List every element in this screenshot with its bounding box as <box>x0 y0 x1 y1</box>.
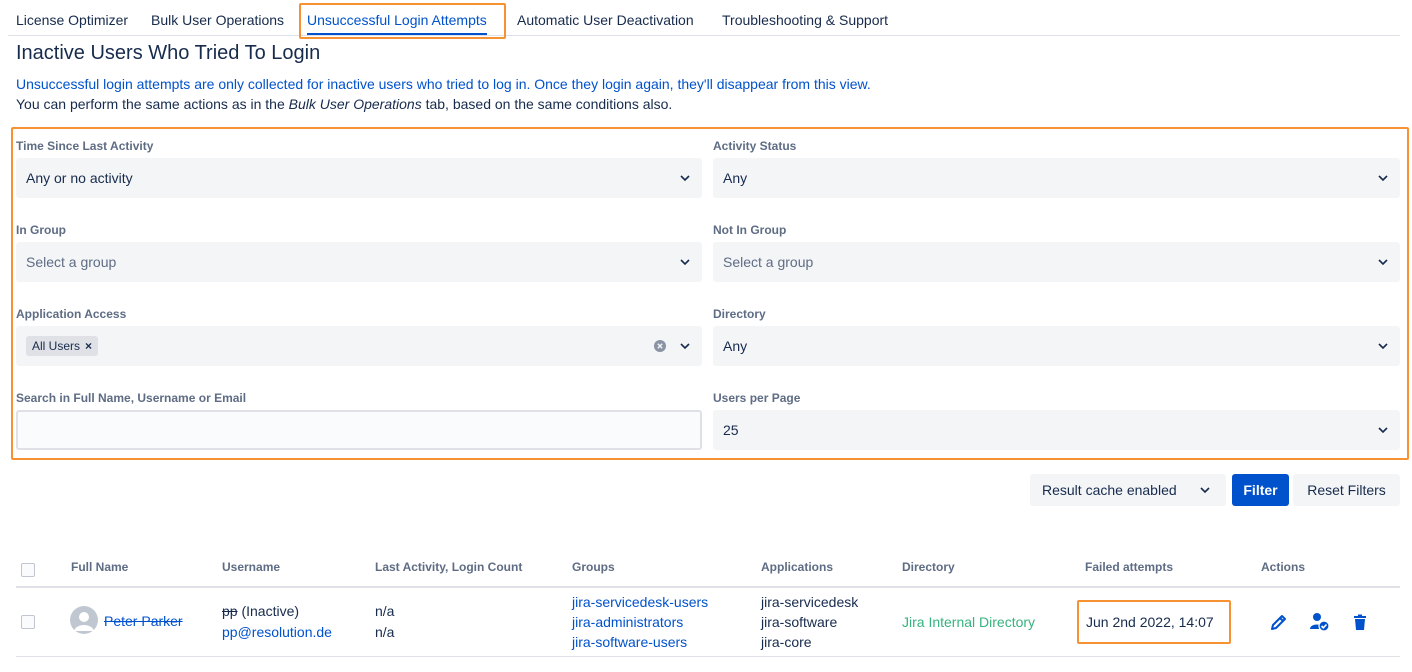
not-in-group-select[interactable]: Select a group <box>713 242 1400 282</box>
chip-remove-icon[interactable]: × <box>85 339 92 353</box>
user-check-icon[interactable] <box>1309 612 1329 632</box>
last-activity-value: n/a <box>375 603 395 619</box>
in-group-placeholder: Select a group <box>26 254 117 270</box>
app-access-label: Application Access <box>16 307 127 321</box>
chevron-down-icon <box>1378 427 1388 434</box>
app-access-chip: All Users × <box>26 336 99 356</box>
application-value: jira-core <box>761 634 812 650</box>
pencil-icon[interactable] <box>1269 612 1289 632</box>
chevron-down-icon <box>1378 343 1388 350</box>
page-title: Inactive Users Who Tried To Login <box>16 42 321 64</box>
avatar-icon <box>70 606 98 634</box>
activity-status-label: Activity Status <box>713 139 797 153</box>
col-full-name[interactable]: Full Name <box>71 560 128 574</box>
directory-value: Any <box>723 338 748 354</box>
active-tab-highlight <box>299 3 506 39</box>
application-value: jira-servicedesk <box>761 594 859 610</box>
chevron-down-icon <box>1378 175 1388 182</box>
trash-icon[interactable] <box>1350 613 1370 633</box>
username-status: (Inactive) <box>237 603 300 619</box>
info-note-tab-name: Bulk User Operations <box>288 96 422 112</box>
application-value: jira-software <box>761 614 838 630</box>
result-cache-label: Result cache enabled <box>1042 482 1177 498</box>
app-access-chip-label: All Users <box>32 339 81 353</box>
search-label: Search in Full Name, Username or Email <box>16 391 247 405</box>
filter-button[interactable]: Filter <box>1232 474 1289 506</box>
col-failed-attempts[interactable]: Failed attempts <box>1085 560 1173 574</box>
tab-bulk-user-operations[interactable]: Bulk User Operations <box>151 4 284 36</box>
info-note-suffix: tab, based on the same conditions also. <box>421 96 673 112</box>
tab-troubleshooting-support[interactable]: Troubleshooting & Support <box>722 4 888 36</box>
time-since-label: Time Since Last Activity <box>16 139 154 153</box>
chevron-down-icon <box>680 259 690 266</box>
chevron-down-icon <box>1378 259 1388 266</box>
directory-label: Directory <box>713 307 766 321</box>
group-link[interactable]: jira-administrators <box>572 612 683 632</box>
reset-filters-button[interactable]: Reset Filters <box>1293 474 1400 506</box>
col-last-activity[interactable]: Last Activity, Login Count <box>375 560 522 574</box>
table-header-divider <box>16 586 1400 588</box>
activity-status-select[interactable]: Any <box>713 158 1400 198</box>
chevron-down-icon <box>1200 487 1210 494</box>
table-row-divider <box>16 656 1400 657</box>
time-since-select[interactable]: Any or no activity <box>16 158 702 198</box>
time-since-value: Any or no activity <box>26 170 133 186</box>
user-email-link[interactable]: pp@resolution.de <box>222 622 332 642</box>
not-in-group-label: Not In Group <box>713 223 787 237</box>
info-note-prefix: You can perform the same actions as in t… <box>16 96 289 112</box>
tab-license-optimizer[interactable]: License Optimizer <box>16 4 128 36</box>
directory-select[interactable]: Any <box>713 326 1400 366</box>
col-username[interactable]: Username <box>222 560 280 574</box>
group-link[interactable]: jira-servicedesk-users <box>572 592 708 612</box>
clear-icon[interactable] <box>654 340 666 352</box>
app-access-select[interactable]: All Users × <box>16 326 702 366</box>
search-input[interactable] <box>16 410 702 450</box>
in-group-select[interactable]: Select a group <box>16 242 702 282</box>
group-link[interactable]: jira-software-users <box>572 632 687 652</box>
user-full-name-link[interactable]: Peter Parker <box>104 611 183 631</box>
tab-automatic-user-deactivation[interactable]: Automatic User Deactivation <box>517 4 694 36</box>
users-per-page-select[interactable]: 25 <box>713 410 1400 450</box>
not-in-group-placeholder: Select a group <box>723 254 814 270</box>
tab-bar: License Optimizer Bulk User Operations U… <box>8 4 1400 36</box>
result-cache-dropdown[interactable]: Result cache enabled <box>1030 474 1226 506</box>
col-directory: Directory <box>902 560 955 574</box>
info-message: Unsuccessful login attempts are only col… <box>16 76 871 92</box>
info-note: You can perform the same actions as in t… <box>16 96 672 112</box>
select-all-checkbox[interactable] <box>21 563 35 577</box>
login-count-value: n/a <box>375 624 395 640</box>
users-per-page-value: 25 <box>723 422 739 438</box>
chevron-down-icon <box>680 343 690 350</box>
users-per-page-label: Users per Page <box>713 391 801 405</box>
failed-attempts-highlight <box>1077 600 1231 644</box>
chevron-down-icon <box>680 175 690 182</box>
col-applications: Applications <box>761 560 834 574</box>
col-groups: Groups <box>572 560 615 574</box>
username-value: pp <box>222 603 238 619</box>
username: pp (Inactive) <box>222 601 299 621</box>
row-checkbox[interactable] <box>21 615 35 629</box>
directory-value: Jira Internal Directory <box>902 614 1036 630</box>
in-group-label: In Group <box>16 223 66 237</box>
avatar-silhouette <box>70 606 98 634</box>
activity-status-value: Any <box>723 170 748 186</box>
col-actions: Actions <box>1261 560 1306 574</box>
